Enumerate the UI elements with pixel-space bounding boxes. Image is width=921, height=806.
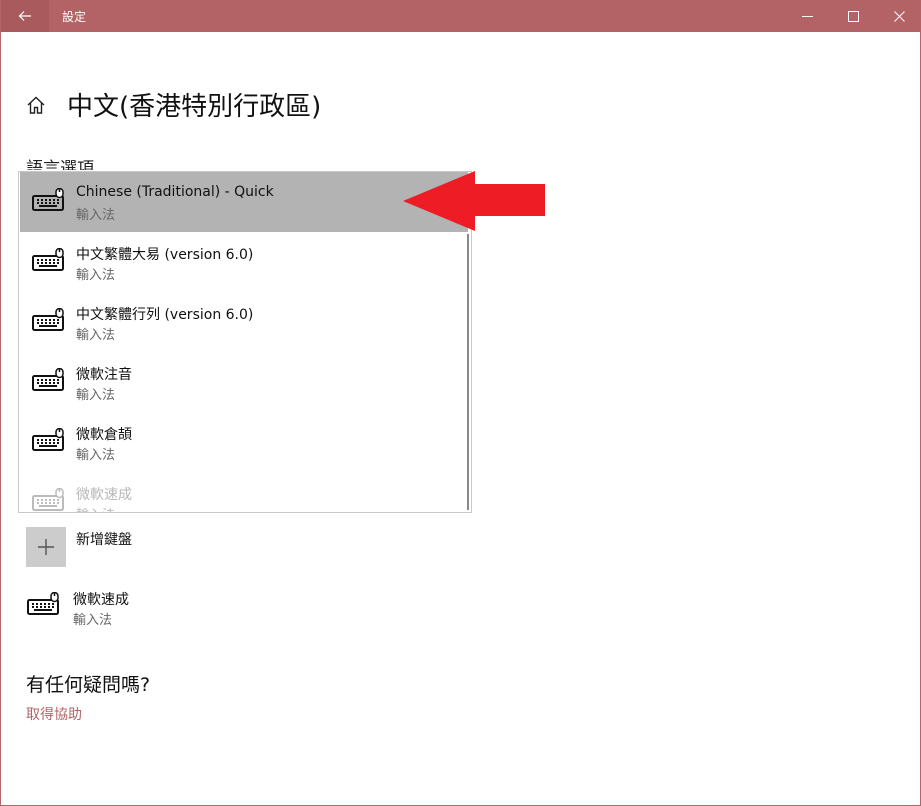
keyboard-icon [32,488,64,511]
keyboard-icon [32,248,64,271]
get-help-link[interactable]: 取得協助 [26,704,82,724]
dropdown-item[interactable]: 微軟速成 輸入法 [20,472,468,512]
keyboard-icon [32,188,64,211]
item-subtitle: 輸入法 [76,208,116,223]
add-keyboard-label[interactable]: 新增鍵盤 [76,529,132,549]
installed-keyboard-subtitle: 輸入法 [73,613,113,628]
keyboard-icon [32,308,64,331]
close-icon [893,10,905,22]
keyboard-icon [32,428,64,451]
add-keyboard-button[interactable] [26,527,66,567]
plus-icon [38,539,54,555]
item-subtitle: 輸入法 [76,504,115,512]
item-subtitle: 輸入法 [76,268,116,283]
item-name: 中文繁體大易 (version 6.0) [76,247,254,263]
item-name: 微軟注音 [76,367,132,383]
item-name: Chinese (Traditional) - Quick [76,184,274,200]
dropdown-item[interactable]: 微軟注音 輸入法 [20,352,468,412]
red-arrow-annotation [403,171,545,231]
help-heading: 有任何疑問嗎? [26,674,151,696]
back-button[interactable] [1,0,49,32]
item-name: 中文繁體行列 (version 6.0) [76,307,254,323]
window-title: 設定 [62,10,87,24]
maximize-button[interactable] [830,0,876,32]
keyboard-icon [32,368,64,391]
installed-keyboard-name[interactable]: 微軟速成 [73,589,129,609]
item-subtitle: 輸入法 [76,328,116,343]
item-name: 微軟倉頡 [76,427,132,443]
page-title: 中文(香港特別行政區) [67,92,322,122]
maximize-icon [847,10,859,22]
item-name: 微軟速成 [76,487,132,503]
back-arrow-icon [18,11,31,21]
home-icon[interactable] [25,94,47,116]
item-subtitle: 輸入法 [76,448,116,463]
scrollbar[interactable] [467,234,469,510]
dropdown-item[interactable]: 中文繁體大易 (version 6.0) 輸入法 [20,232,468,292]
settings-window: 設定 中文(香港特別行政區) 語言選項 Chinese (Traditional… [0,0,921,806]
dropdown-item[interactable]: 微軟倉頡 輸入法 [20,412,468,472]
dropdown-item[interactable]: 中文繁體行列 (version 6.0) 輸入法 [20,292,468,352]
minimize-button[interactable] [784,0,830,32]
item-subtitle: 輸入法 [76,388,116,403]
close-button[interactable] [876,0,921,32]
section-label: 語言選項 [26,159,94,170]
minimize-icon [801,15,813,17]
title-bar: 設定 [1,0,921,32]
keyboard-icon [27,592,59,615]
